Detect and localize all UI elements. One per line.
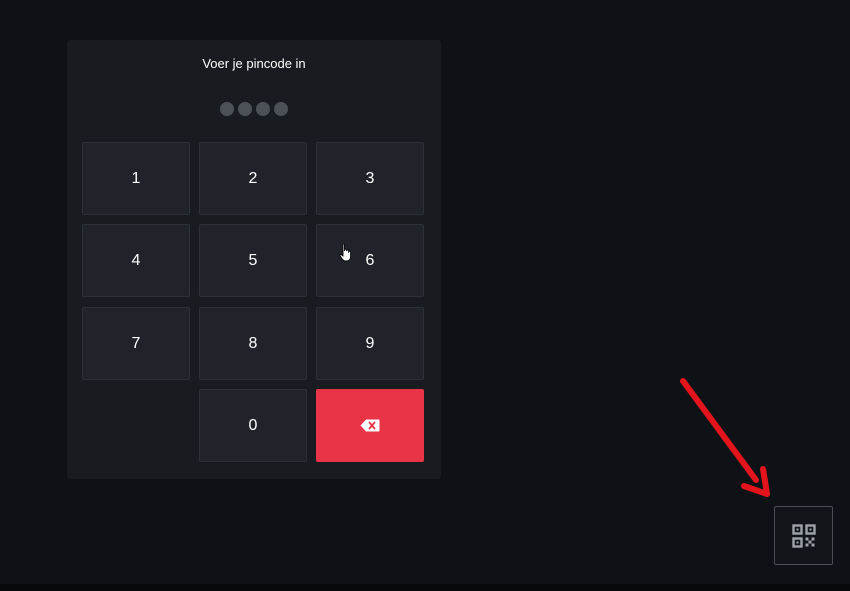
key-3[interactable]: 3 [316,142,424,215]
key-0[interactable]: 0 [199,389,307,462]
pin-dot [238,102,252,116]
key-5[interactable]: 5 [199,224,307,297]
key-8[interactable]: 8 [199,307,307,380]
qr-code-button[interactable] [774,506,833,565]
key-4[interactable]: 4 [82,224,190,297]
pin-dot [220,102,234,116]
pin-indicator [67,102,441,116]
key-7[interactable]: 7 [82,307,190,380]
pin-dot [256,102,270,116]
key-2[interactable]: 2 [199,142,307,215]
backspace-icon [360,419,380,432]
qr-code-icon [791,523,816,548]
keypad: 1 2 3 4 5 6 7 8 9 0 [82,142,427,464]
pin-entry-panel: Voer je pincode in 1 2 3 4 5 6 7 8 9 0 [67,40,441,479]
bottom-strip [0,584,850,591]
key-1[interactable]: 1 [82,142,190,215]
pin-title: Voer je pincode in [202,56,306,71]
backspace-button[interactable] [316,389,424,462]
pin-dot [274,102,288,116]
hand-cursor-icon [339,243,352,262]
key-9[interactable]: 9 [316,307,424,380]
key-6[interactable]: 6 [316,224,424,297]
